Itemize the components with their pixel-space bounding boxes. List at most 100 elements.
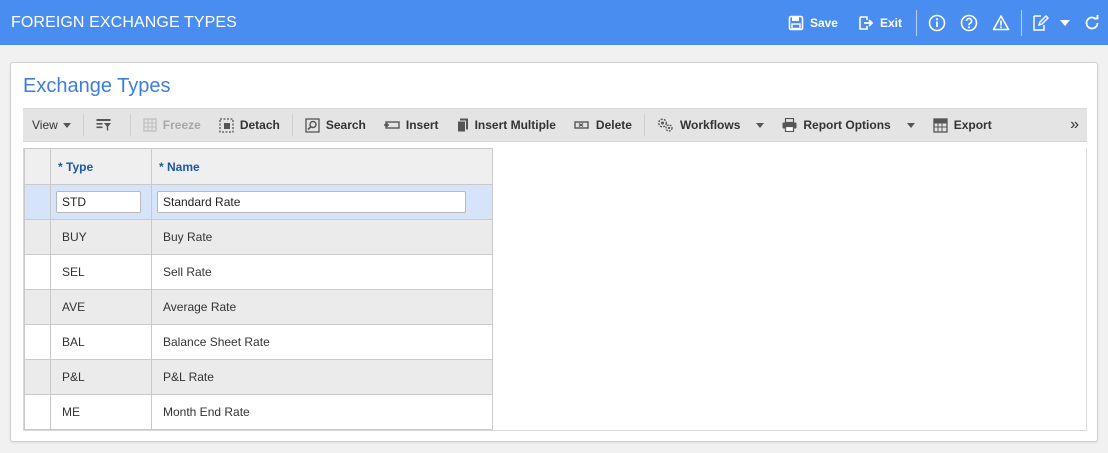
header-divider <box>1021 9 1022 36</box>
chevron-down-icon <box>1060 19 1070 26</box>
table-row-active[interactable] <box>24 184 493 220</box>
name-cell[interactable]: Average Rate <box>151 289 493 325</box>
type-input[interactable] <box>56 191 141 213</box>
type-cell[interactable]: SEL <box>50 254 152 290</box>
insert-multiple-label: Insert Multiple <box>474 118 556 132</box>
delete-label: Delete <box>595 118 632 132</box>
type-cell[interactable]: BAL <box>50 324 152 360</box>
row-selector[interactable] <box>24 184 51 220</box>
warning-icon <box>992 14 1010 30</box>
table-row[interactable]: BAL Balance Sheet Rate <box>24 324 493 360</box>
save-label: Save <box>809 15 838 30</box>
workflows-icon <box>657 118 673 132</box>
insert-icon <box>383 121 400 129</box>
export-icon <box>933 117 948 133</box>
detach-label: Detach <box>239 118 280 132</box>
view-label: View <box>32 118 58 132</box>
delete-button[interactable]: Delete <box>565 109 641 141</box>
row-selector[interactable] <box>24 289 51 325</box>
freeze-button[interactable]: Freeze <box>134 109 210 141</box>
view-menu[interactable]: View <box>23 109 80 141</box>
toolbar-divider <box>643 114 645 136</box>
report-options-menu[interactable]: Report Options <box>773 109 923 141</box>
filter-button[interactable] <box>87 109 127 141</box>
type-cell[interactable]: ME <box>50 394 152 430</box>
save-icon <box>788 15 804 30</box>
warning-button[interactable] <box>985 0 1017 45</box>
row-selector[interactable] <box>24 219 51 255</box>
help-icon <box>960 14 978 31</box>
row-selector[interactable] <box>24 359 51 395</box>
header-divider <box>916 9 917 36</box>
freeze-icon <box>143 118 157 132</box>
type-cell[interactable] <box>50 184 152 220</box>
table-row[interactable]: ME Month End Rate <box>24 394 493 430</box>
caret-down-icon <box>906 122 915 128</box>
info-button[interactable] <box>921 0 953 45</box>
header-actions: Save Exit <box>778 0 1108 45</box>
type-cell[interactable]: AVE <box>50 289 152 325</box>
refresh-button[interactable] <box>1076 0 1108 45</box>
edit-menu-button[interactable] <box>1054 0 1076 45</box>
name-input[interactable] <box>157 191 466 213</box>
freeze-label: Freeze <box>162 118 201 132</box>
exit-button[interactable]: Exit <box>848 0 912 45</box>
edit-button[interactable] <box>1026 0 1054 45</box>
search-icon <box>305 117 320 133</box>
insert-label: Insert <box>405 118 439 132</box>
name-cell[interactable] <box>151 184 493 220</box>
toolbar-divider <box>82 114 84 136</box>
insert-multiple-icon <box>456 118 468 132</box>
workflows-menu[interactable]: Workflows <box>648 109 773 141</box>
detach-button[interactable]: Detach <box>210 109 289 141</box>
page-title: FOREIGN EXCHANGE TYPES <box>11 14 237 31</box>
more-button[interactable]: » <box>1062 109 1087 141</box>
column-header-type[interactable]: * Type <box>50 148 152 185</box>
title-bar: FOREIGN EXCHANGE TYPES Save Exit <box>0 0 1108 45</box>
exchange-types-panel: Exchange Types View Freeze Detach Search… <box>10 62 1098 442</box>
row-selector-header[interactable] <box>24 148 51 185</box>
name-cell[interactable]: Sell Rate <box>151 254 493 290</box>
print-icon <box>782 118 797 132</box>
filter-icon <box>96 119 111 131</box>
table-row[interactable]: P&L P&L Rate <box>24 359 493 395</box>
name-cell[interactable]: Balance Sheet Rate <box>151 324 493 360</box>
refresh-icon <box>1085 14 1099 29</box>
help-button[interactable] <box>953 0 985 45</box>
panel-title: Exchange Types <box>23 75 171 97</box>
workflows-label: Workflows <box>679 118 741 132</box>
exit-icon <box>859 15 874 30</box>
row-selector[interactable] <box>24 394 51 430</box>
table-row[interactable]: SEL Sell Rate <box>24 254 493 290</box>
name-cell[interactable]: P&L Rate <box>151 359 493 395</box>
insert-button[interactable]: Insert <box>375 109 448 141</box>
edit-icon <box>1033 14 1049 31</box>
row-selector[interactable] <box>24 324 51 360</box>
search-label: Search <box>325 118 366 132</box>
report-options-label: Report Options <box>803 118 891 132</box>
name-cell[interactable]: Buy Rate <box>151 219 493 255</box>
exchange-types-grid: * Type * Name BUY Buy Rate <box>24 148 493 430</box>
toolbar-divider <box>129 114 131 136</box>
search-button[interactable]: Search <box>296 109 375 141</box>
row-selector[interactable] <box>24 254 51 290</box>
detach-icon <box>219 117 234 133</box>
toolbar-divider <box>291 114 293 136</box>
column-header-name[interactable]: * Name <box>151 148 493 185</box>
export-button[interactable]: Export <box>924 109 1001 141</box>
grid-area: * Type * Name BUY Buy Rate <box>23 148 1087 431</box>
type-cell[interactable]: P&L <box>50 359 152 395</box>
grid-header-row: * Type * Name <box>24 148 493 185</box>
insert-multiple-button[interactable]: Insert Multiple <box>448 109 565 141</box>
type-cell[interactable]: BUY <box>50 219 152 255</box>
delete-icon <box>574 121 589 129</box>
save-button[interactable]: Save <box>778 0 848 45</box>
info-icon <box>928 14 946 31</box>
caret-down-icon <box>756 122 765 128</box>
grid-toolbar: View Freeze Detach Search Insert Insert … <box>23 108 1087 142</box>
name-cell[interactable]: Month End Rate <box>151 394 493 430</box>
table-row[interactable]: AVE Average Rate <box>24 289 493 325</box>
exit-label: Exit <box>879 15 902 30</box>
caret-down-icon <box>62 122 71 128</box>
table-row[interactable]: BUY Buy Rate <box>24 219 493 255</box>
